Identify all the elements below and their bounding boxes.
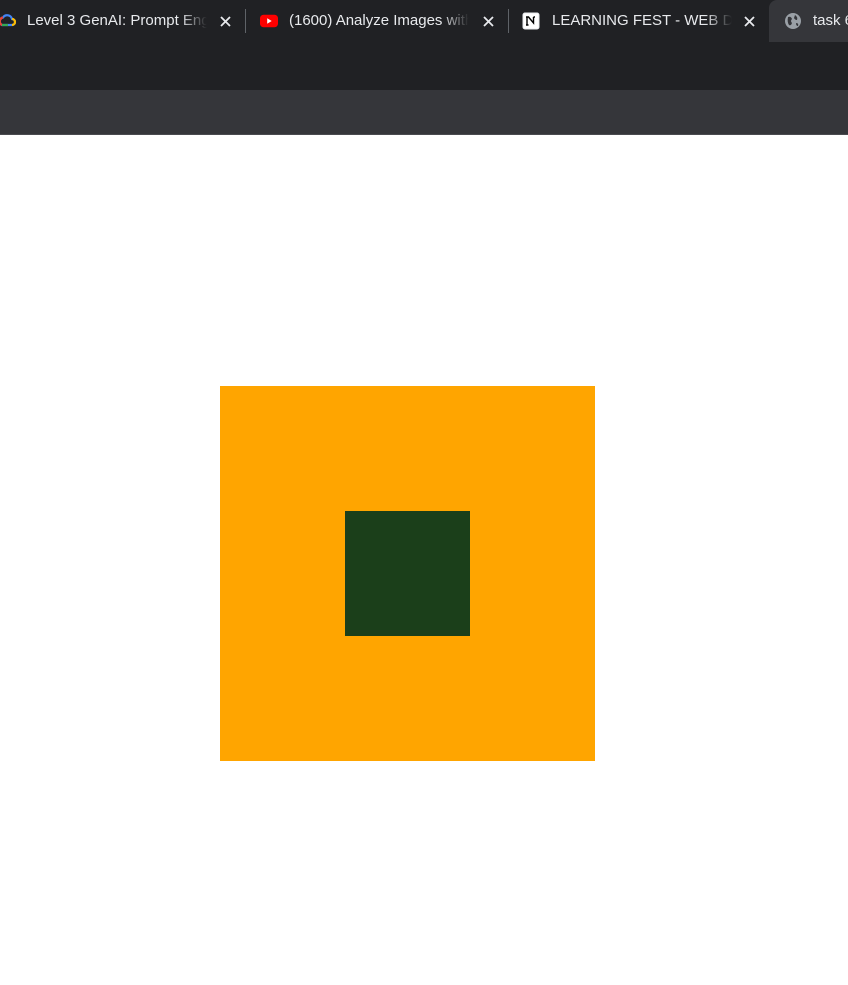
browser-tab-strip: Level 3 GenAI: Prompt Engi (1600) Analyz… [0,0,848,42]
outer-square [220,386,595,761]
tab-title: task 6 [813,12,848,29]
bookmarks-bar [0,90,848,135]
tab-analyze-images[interactable]: (1600) Analyze Images with [246,0,508,42]
tab-title: Level 3 GenAI: Prompt Engi [27,12,207,29]
close-tab-icon[interactable] [739,11,759,31]
close-tab-icon[interactable] [215,11,235,31]
tab-title: (1600) Analyze Images with [289,12,469,29]
tab-title: LEARNING FEST - WEB DEV [552,12,732,29]
tab-level-3-genai[interactable]: Level 3 GenAI: Prompt Engi [0,0,245,42]
notion-icon [522,12,540,30]
browser-toolbar [0,42,848,90]
close-tab-icon[interactable] [478,11,498,31]
globe-icon [784,12,802,30]
tab-learning-fest[interactable]: LEARNING FEST - WEB DEV [509,0,769,42]
youtube-icon [260,12,278,30]
inner-square [345,511,470,636]
page-viewport [0,135,848,985]
tab-task-6[interactable]: task 6 [769,0,848,42]
google-cloud-icon [0,12,16,30]
